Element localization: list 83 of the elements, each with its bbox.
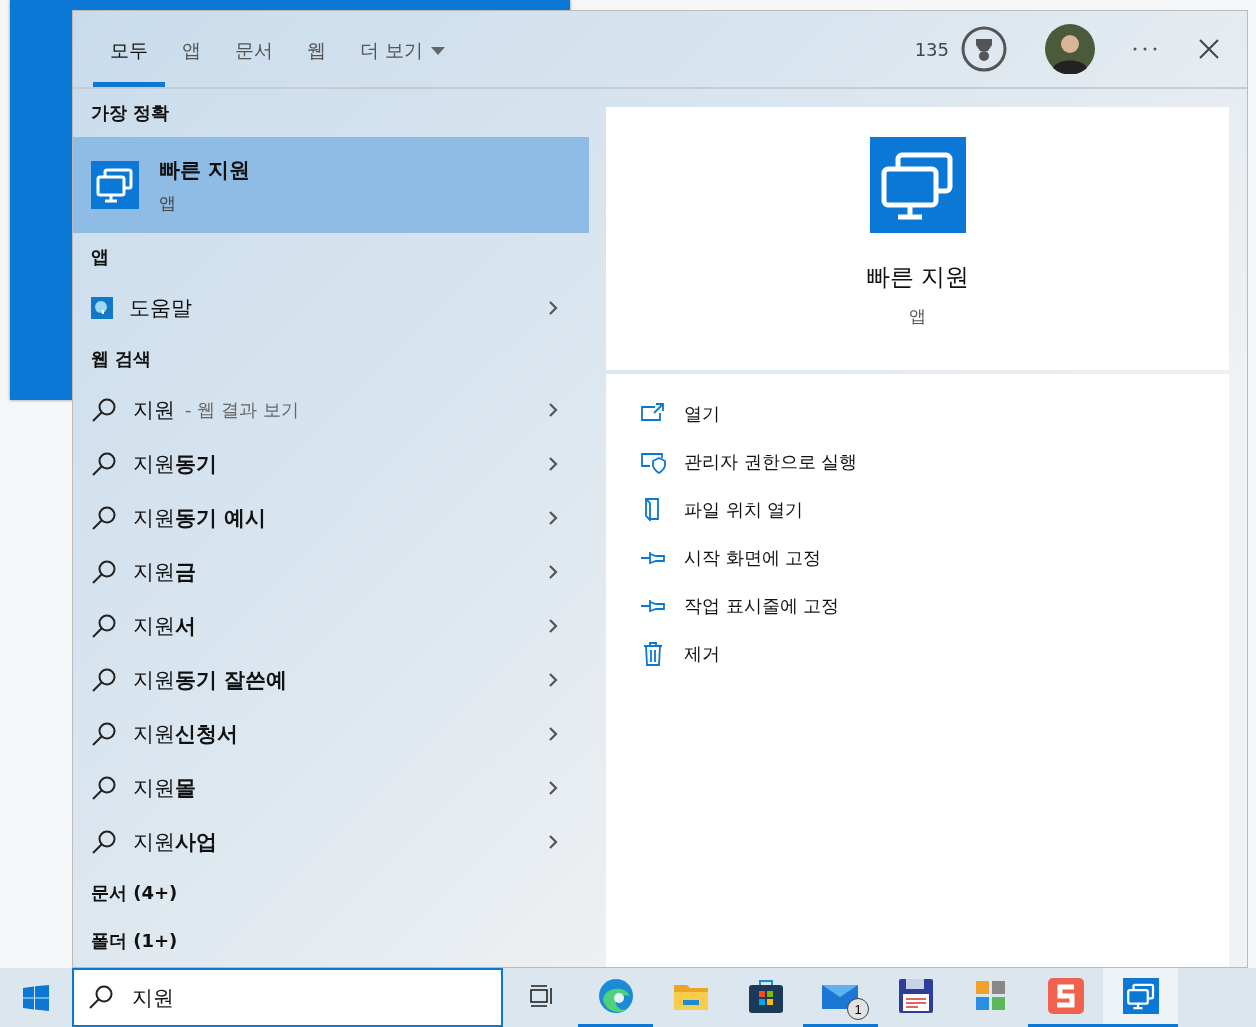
suggestion-text: 지원몰	[133, 775, 196, 802]
action-item[interactable]: 시작 화면에 고정	[640, 534, 1229, 582]
suggestion-text: 지원동기 잘쓴예	[133, 667, 288, 694]
search-icon	[91, 451, 117, 477]
suggestion-text: 지원동기 예시	[133, 505, 267, 532]
search-icon	[91, 721, 117, 747]
remote-screen-icon	[869, 137, 966, 233]
web-suggestion[interactable]: 지원동기 잘쓴예	[73, 653, 589, 707]
action-item[interactable]: 파일 위치 열기	[640, 486, 1229, 534]
section-heading: 폴더 (1+)	[90, 929, 179, 953]
taskbar-search-field[interactable]: 지원	[72, 968, 503, 1027]
suggestion-text: 지원서	[133, 613, 196, 640]
section-heading: 웹 검색	[90, 347, 153, 371]
search-icon	[91, 505, 117, 531]
search-icon	[91, 829, 117, 855]
remote-screen-icon	[1122, 978, 1159, 1014]
web-suggestion[interactable]: 지원신청서	[73, 707, 589, 761]
web-suggestion[interactable]: 지원동기 예시	[73, 491, 589, 545]
help-icon	[91, 297, 113, 319]
suggestion-text: 지원사업	[133, 829, 217, 856]
section-heading: 앱	[90, 245, 110, 269]
search-icon	[88, 984, 114, 1010]
search-icon	[91, 613, 117, 639]
filter-tab[interactable]: 문서	[218, 11, 290, 87]
chevron-icon	[548, 300, 558, 316]
chevron-icon	[548, 834, 558, 850]
suggestion-text: 지원동기	[133, 451, 217, 478]
best-match-item[interactable]: 빠른 지원 앱	[73, 137, 589, 233]
trophy-icon[interactable]	[961, 26, 1007, 72]
app-result[interactable]: 도움말	[73, 281, 589, 335]
chevron-icon	[548, 564, 558, 580]
filter-tab[interactable]: 더 보기	[343, 11, 463, 87]
action-item[interactable]: 열기	[640, 390, 1229, 438]
taskbar-app[interactable]	[1103, 968, 1178, 1027]
section-heading: 가장 정확	[90, 101, 171, 125]
app-title: 빠른 지원	[159, 156, 251, 184]
remote-screen-icon	[91, 161, 139, 209]
more-icon[interactable]	[1133, 47, 1157, 51]
action-item[interactable]: 작업 표시줄에 고정	[640, 582, 1229, 630]
web-suggestion[interactable]: 지원사업	[73, 815, 589, 869]
search-icon	[91, 397, 117, 423]
chevron-icon	[548, 618, 558, 634]
web-suggestion[interactable]: 지원몰	[73, 761, 589, 815]
points-count: 135	[914, 38, 949, 60]
filter-tab[interactable]: 웹	[290, 11, 343, 87]
section-heading: 문서 (4+)	[90, 881, 179, 905]
web-suggestion[interactable]: 지원금	[73, 545, 589, 599]
web-suggestion[interactable]: 지원 - 웹 결과 보기	[73, 383, 589, 437]
avatar[interactable]	[1045, 24, 1095, 74]
action-item[interactable]: 관리자 권한으로 실행	[640, 438, 1229, 486]
chevron-icon	[548, 456, 558, 472]
chevron-icon	[548, 672, 558, 688]
caret-icon	[431, 46, 446, 55]
chevron-icon	[548, 780, 558, 796]
search-icon	[91, 667, 117, 693]
close-icon[interactable]	[1199, 39, 1219, 59]
task-view-icon	[527, 983, 554, 1009]
preview-title: 빠른 지원	[865, 262, 970, 293]
chevron-icon	[548, 510, 558, 526]
folder-icon	[673, 982, 708, 1010]
web-suggestion[interactable]: 지원동기	[73, 437, 589, 491]
search-icon	[91, 559, 117, 585]
suggestion-text: 지원	[133, 397, 175, 424]
preview-type: 앱	[909, 305, 926, 328]
suggestion-text: 지원신청서	[133, 721, 238, 748]
filter-tab[interactable]: 모두	[93, 11, 165, 87]
taskbar-app[interactable]: 1	[803, 968, 878, 1027]
s-logo-icon	[1047, 978, 1084, 1014]
notification-badge: 1	[847, 998, 869, 1020]
windows-icon	[23, 984, 49, 1011]
suggestion-hint: - 웹 결과 보기	[185, 398, 299, 422]
shield-icon	[640, 450, 666, 474]
browser-icon	[596, 977, 635, 1015]
web-suggestion[interactable]: 지원서	[73, 599, 589, 653]
app-grid-icon	[975, 981, 1006, 1011]
store-icon	[748, 979, 783, 1013]
suggestion-text: 지원금	[133, 559, 196, 586]
chevron-icon	[548, 726, 558, 742]
app-type: 앱	[159, 191, 177, 215]
filter-tab[interactable]: 앱	[165, 11, 218, 87]
search-icon	[91, 775, 117, 801]
chevron-icon	[548, 402, 558, 418]
action-item[interactable]: 제거	[640, 630, 1229, 678]
